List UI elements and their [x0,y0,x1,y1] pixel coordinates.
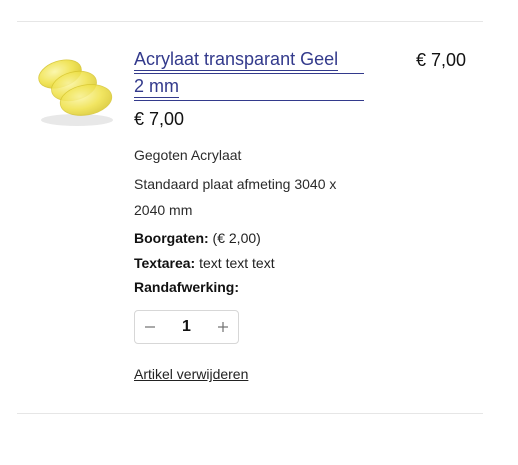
divider-top [17,21,483,22]
line-total-price: € 7,00 [415,50,466,70]
product-material: Gegoten Acrylaat [134,147,242,163]
option-label: Boorgaten: [134,230,209,246]
product-image[interactable] [32,48,122,130]
product-title-link[interactable]: Acrylaat transparant Geel 2 mm [134,47,364,101]
unit-price: € 7,00 [134,109,185,129]
option-randafwerking: Randafwerking: [134,278,239,296]
increase-quantity-button[interactable] [208,311,238,343]
quantity-stepper: 1 [134,310,239,344]
decrease-quantity-button[interactable] [135,311,165,343]
product-size-line-2: 2040 mm [134,202,193,218]
option-boorgaten: Boorgaten: (€ 2,00) [134,229,261,247]
product-title-line-2: 2 mm [134,76,179,98]
minus-icon [145,326,155,328]
quantity-value[interactable]: 1 [165,318,208,336]
product-size-line-1: Standaard plaat afmeting 3040 x [134,176,337,192]
option-textarea: Textarea: text text text [134,254,275,272]
divider-bottom [17,413,483,414]
option-label: Randafwerking: [134,279,240,295]
product-title-line-1: Acrylaat transparant Geel [134,49,339,71]
remove-item-link[interactable]: Artikel verwijderen [134,366,248,382]
option-value: text text text [195,255,275,271]
product-size: Standaard plaat afmeting 3040 x 2040 mm [134,171,349,223]
plus-icon [218,322,228,332]
option-label: Textarea: [134,255,196,271]
option-value: (€ 2,00) [208,230,261,246]
